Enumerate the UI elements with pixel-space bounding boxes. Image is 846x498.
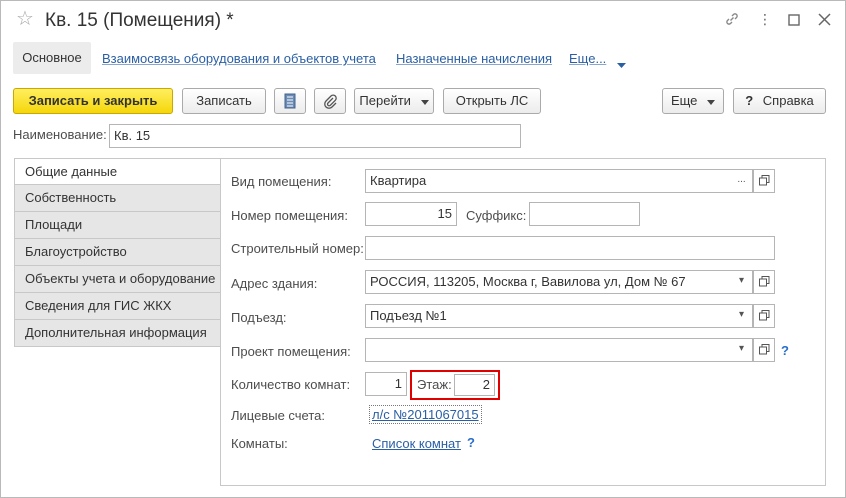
side-tab-amenities[interactable]: Благоустройство [14, 239, 221, 266]
side-tab-gis[interactable]: Сведения для ГИС ЖКХ [14, 293, 221, 320]
maximize-icon[interactable] [788, 14, 800, 29]
room-type-input[interactable]: Квартира [365, 169, 732, 193]
room-type-select-button[interactable]: ... [731, 169, 753, 193]
attach-button[interactable] [314, 88, 346, 114]
tab-main[interactable]: Основное [13, 42, 91, 74]
floor-label: Этаж: [417, 377, 452, 392]
save-close-button[interactable]: Записать и закрыть [13, 88, 173, 114]
more-button-label: Еще [670, 93, 698, 108]
accounts-link[interactable]: л/с №2011067015 [369, 405, 482, 424]
build-number-label: Строительный номер: [231, 241, 364, 256]
tab-more-dropdown-icon [617, 56, 626, 71]
more-dropdown-icon [707, 100, 716, 105]
favorite-star-icon[interactable]: ☆ [16, 9, 34, 29]
room-type-open-icon[interactable] [753, 169, 775, 193]
document-list-icon [284, 93, 296, 109]
room-type-label: Вид помещения: [231, 174, 332, 189]
entrance-dropdown-button[interactable]: ▾ [731, 304, 753, 328]
open-ls-button[interactable]: Открыть ЛС [443, 88, 541, 114]
room-number-input[interactable]: 15 [365, 202, 457, 226]
rooms-count-input[interactable]: 1 [365, 372, 407, 396]
side-tab-metering[interactable]: Объекты учета и оборудование [14, 266, 221, 293]
side-tab-areas[interactable]: Площади [14, 212, 221, 239]
link-icon[interactable] [724, 11, 740, 30]
floor-input[interactable]: 2 [454, 374, 495, 396]
window-title: Кв. 15 (Помещения) * [45, 10, 234, 31]
project-dropdown-button[interactable]: ▾ [731, 338, 753, 362]
rooms-help-icon[interactable]: ? [467, 435, 475, 450]
tab-more-label: Еще... [569, 51, 607, 66]
room-number-label: Номер помещения: [231, 208, 348, 223]
side-tab-general[interactable]: Общие данные [14, 158, 221, 185]
project-open-icon[interactable] [753, 338, 775, 362]
suffix-input[interactable] [529, 202, 640, 226]
accounts-label: Лицевые счета: [231, 408, 325, 423]
close-icon[interactable] [818, 13, 831, 29]
project-help-icon[interactable]: ? [781, 343, 789, 358]
tab-more[interactable]: Еще... [569, 51, 606, 66]
tab-equipment-link[interactable]: Взаимосвязь оборудования и объектов учет… [102, 51, 376, 66]
side-tab-ownership[interactable]: Собственность [14, 185, 221, 212]
paperclip-icon [324, 94, 337, 109]
goto-dropdown-icon [420, 100, 429, 105]
address-label: Адрес здания: [231, 276, 318, 291]
rooms-count-label: Количество комнат: [231, 377, 351, 392]
tab-accruals[interactable]: Назначенные начисления [396, 51, 552, 66]
goto-button-label: Перейти [359, 93, 411, 108]
goto-button[interactable]: Перейти [354, 88, 434, 114]
help-button[interactable]: ? Справка [733, 88, 826, 114]
help-button-label: Справка [762, 93, 814, 108]
address-input[interactable]: РОССИЯ, 113205, Москва г, Вавилова ул, Д… [365, 270, 732, 294]
project-label: Проект помещения: [231, 344, 351, 359]
build-number-input[interactable] [365, 236, 775, 260]
side-tab-additional[interactable]: Дополнительная информация [14, 320, 221, 347]
save-button[interactable]: Записать [182, 88, 266, 114]
report-button[interactable] [274, 88, 306, 114]
suffix-label: Суффикс: [466, 208, 527, 223]
entrance-label: Подъезд: [231, 310, 287, 325]
project-input[interactable] [365, 338, 732, 362]
help-icon: ? [745, 93, 754, 108]
rooms-label: Комнаты: [231, 436, 288, 451]
address-open-icon[interactable] [753, 270, 775, 294]
name-input[interactable]: Кв. 15 [109, 124, 521, 148]
entrance-open-icon[interactable] [753, 304, 775, 328]
more-actions-icon[interactable]: ⋮ [758, 11, 772, 27]
name-label: Наименование: [13, 127, 107, 142]
address-dropdown-button[interactable]: ▾ [731, 270, 753, 294]
rooms-list-link[interactable]: Список комнат [372, 436, 461, 451]
more-button[interactable]: Еще [662, 88, 724, 114]
entrance-input[interactable]: Подъезд №1 [365, 304, 732, 328]
